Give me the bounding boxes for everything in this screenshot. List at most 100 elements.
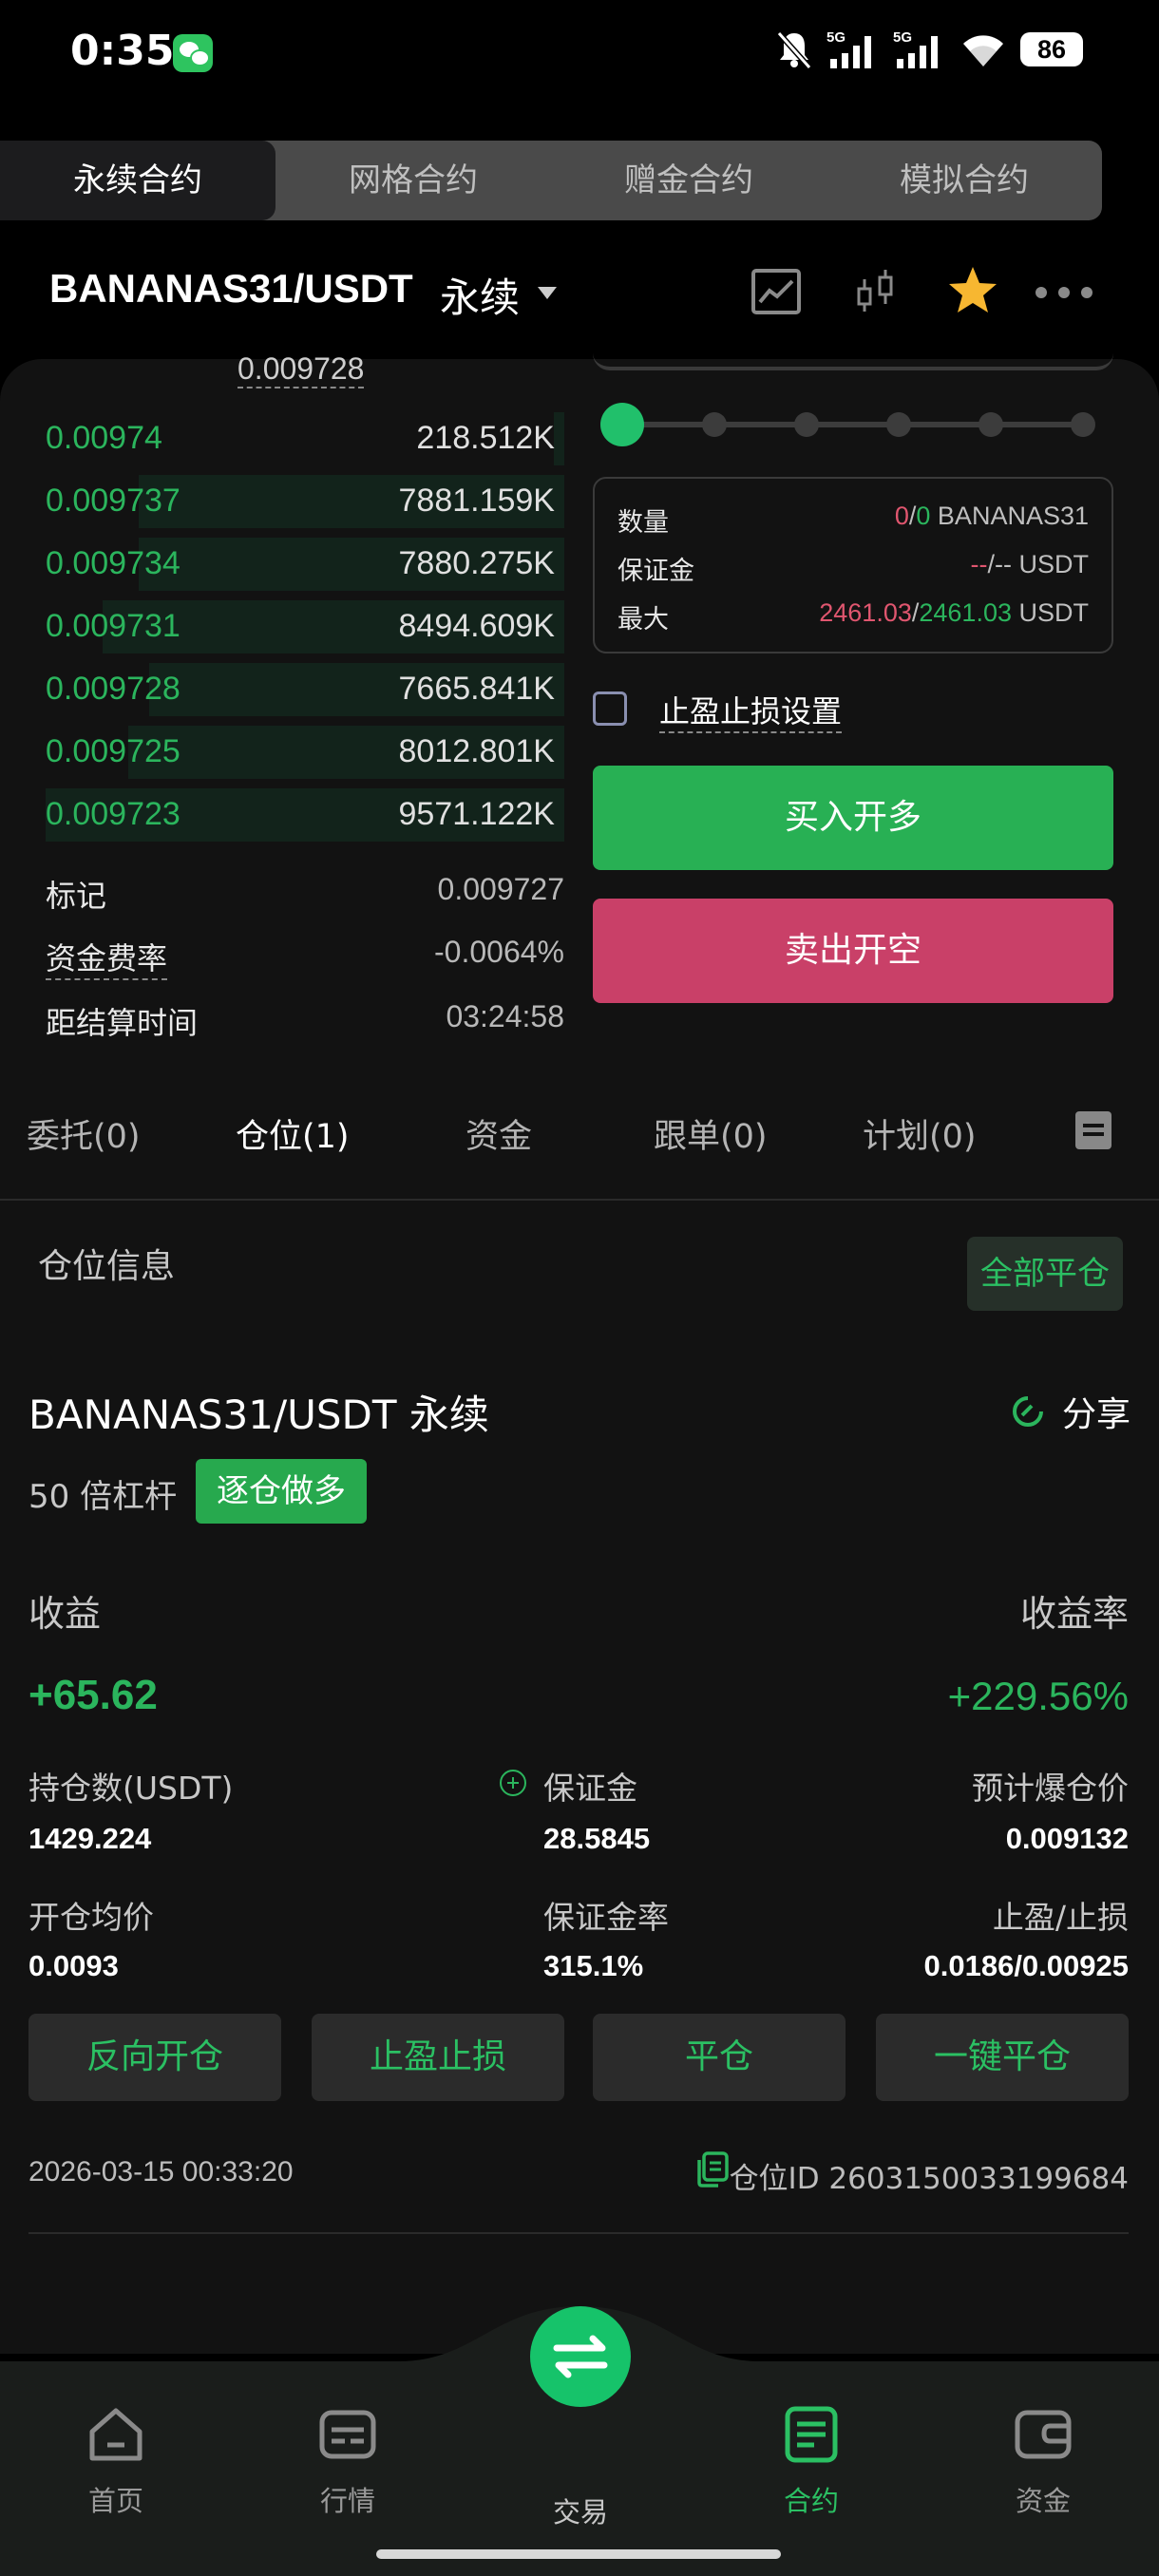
nav-trade-label: 交易 — [552, 2496, 608, 2529]
nav-futures-label: 合约 — [783, 2485, 839, 2517]
orderbook-row[interactable]: 0.009731 8494.609K — [46, 597, 564, 655]
candlestick-icon[interactable] — [853, 266, 899, 317]
tab-assets[interactable]: 资金 — [466, 1109, 532, 1158]
funding-rate-label[interactable]: 资金费率 — [46, 935, 168, 980]
margin-ratio-label: 保证金率 — [543, 1899, 669, 1936]
reverse-position-button[interactable]: 反向开仓 — [28, 2014, 281, 2101]
tab-orders[interactable]: 委托(0) — [27, 1109, 141, 1158]
tabs-divider — [0, 1199, 1159, 1201]
nav-home-label: 首页 — [87, 2485, 143, 2517]
share-icon[interactable] — [1009, 1392, 1047, 1430]
slider-step-60[interactable] — [886, 412, 911, 437]
size-label: 持仓数(USDT) — [28, 1770, 234, 1807]
orderbook-price: 0.009737 — [46, 483, 180, 519]
tpsl-button[interactable]: 止盈止损 — [312, 2014, 564, 2101]
tab-plans[interactable]: 计划(0) — [863, 1109, 977, 1158]
status-time: 0:35 — [70, 27, 175, 75]
orderbook-price: 0.00974 — [46, 420, 162, 456]
nav-assets[interactable]: 资金 — [967, 2403, 1119, 2519]
tab-positions[interactable]: 仓位(1) — [236, 1109, 350, 1158]
wifi-icon — [963, 35, 1003, 66]
wallet-icon — [1015, 2410, 1072, 2459]
contract-type-label[interactable]: 永续 — [440, 266, 520, 324]
nav-market-label: 行情 — [319, 2485, 375, 2517]
position-divider — [28, 2232, 1129, 2234]
mark-price-label: 标记 — [46, 878, 107, 914]
tab-demo[interactable]: 模拟合约 — [826, 141, 1102, 220]
slider-step-40[interactable] — [794, 412, 819, 437]
slider-step-80[interactable] — [978, 412, 1003, 437]
sell-short-button[interactable]: 卖出开空 — [593, 899, 1113, 1003]
tpsl-settings-label[interactable]: 止盈止损设置 — [659, 688, 843, 733]
orderbook-qty: 7665.841K — [398, 671, 556, 707]
one-click-close-button[interactable]: 一键平仓 — [876, 2014, 1129, 2101]
margin-value: --/-- USDT — [970, 550, 1090, 578]
pnl-label: 收益 — [28, 1593, 102, 1635]
orderbook-row[interactable]: 0.00974 218.512K — [46, 408, 564, 467]
liq-price-label: 预计爆仓价 — [972, 1770, 1129, 1807]
share-button[interactable]: 分享 — [1062, 1387, 1130, 1436]
wechat-icon — [173, 34, 213, 72]
add-margin-icon[interactable] — [500, 1770, 526, 1796]
market-icon — [319, 2410, 376, 2459]
orderbook-qty: 8012.801K — [398, 733, 556, 769]
margin-label-pos: 保证金 — [543, 1770, 637, 1807]
orderbook-row[interactable]: 0.009723 9571.122K — [46, 785, 564, 843]
chart-icon[interactable] — [750, 266, 802, 317]
orderbook-row[interactable]: 0.009725 8012.801K — [46, 722, 564, 781]
entry-price-label: 开仓均价 — [28, 1899, 154, 1936]
slider-step-100[interactable] — [1071, 412, 1095, 437]
pair-selector[interactable]: BANANAS31/USDT — [49, 266, 413, 312]
reference-price[interactable]: 0.009728 — [238, 351, 365, 388]
size-value: 1429.224 — [28, 1822, 152, 1855]
margin-value-pos: 28.5845 — [543, 1822, 651, 1855]
orderbook-qty: 218.512K — [416, 420, 555, 456]
home-indicator[interactable] — [376, 2549, 781, 2559]
orderbook-row[interactable]: 0.009734 7880.275K — [46, 534, 564, 593]
nav-trade-button[interactable] — [530, 2306, 631, 2407]
orderbook-qty: 7880.275K — [398, 545, 556, 581]
status-bar: 0:35 5G 5G 86 — [0, 0, 1159, 104]
swap-icon — [553, 2335, 608, 2378]
orderbook-price: 0.009728 — [46, 671, 180, 707]
leverage-label: 50 倍杠杆 — [28, 1478, 178, 1516]
more-icon[interactable] — [1034, 285, 1094, 300]
tab-perpetual[interactable]: 永续合约 — [0, 141, 276, 220]
depth-bar — [554, 412, 564, 465]
close-all-button[interactable]: 全部平仓 — [967, 1237, 1123, 1311]
orderbook-row[interactable]: 0.009737 7881.159K — [46, 471, 564, 530]
settlement-countdown: 03:24:58 — [446, 999, 564, 1033]
nav-market[interactable]: 行情 — [272, 2403, 424, 2519]
nav-home[interactable]: 首页 — [40, 2403, 192, 2519]
margin-mode-badge: 逐仓做多 — [196, 1459, 367, 1524]
orderbook-price: 0.009731 — [46, 608, 180, 644]
tpsl-value-pos: 0.0186/0.00925 — [923, 1949, 1130, 1982]
orderbook-qty: 8494.609K — [398, 608, 556, 644]
amount-slider[interactable] — [621, 422, 1085, 427]
copy-icon[interactable] — [695, 2150, 730, 2188]
settlement-label: 距结算时间 — [46, 1005, 199, 1041]
slider-handle[interactable] — [600, 403, 644, 446]
orderbook-price: 0.009725 — [46, 733, 180, 769]
close-position-button[interactable]: 平仓 — [593, 2014, 846, 2101]
orderbook-price: 0.009723 — [46, 796, 180, 832]
orderbook-qty: 7881.159K — [398, 483, 556, 519]
star-icon[interactable] — [946, 264, 999, 317]
tab-bonus[interactable]: 赠金合约 — [551, 141, 826, 220]
margin-label: 保证金 — [618, 557, 694, 586]
order-history-icon[interactable] — [1075, 1111, 1112, 1149]
buy-long-button[interactable]: 买入开多 — [593, 766, 1113, 870]
contract-type-tabs: 永续合约 网格合约 赠金合约 模拟合约 — [0, 141, 1102, 220]
max-label: 最大 — [618, 605, 669, 635]
orderbook-row[interactable]: 0.009728 7665.841K — [46, 659, 564, 718]
tpsl-checkbox[interactable] — [593, 691, 627, 726]
tab-copy-trade[interactable]: 跟单(0) — [654, 1109, 768, 1158]
slider-step-20[interactable] — [702, 412, 727, 437]
qty-value: 0/0 BANANAS31 — [894, 502, 1089, 530]
amount-input-edge[interactable] — [593, 353, 1113, 370]
nav-futures[interactable]: 合约 — [735, 2403, 887, 2519]
max-value: 2461.03/2461.03 USDT — [819, 598, 1089, 627]
tab-grid[interactable]: 网格合约 — [276, 141, 551, 220]
pnl-value: +65.62 — [28, 1672, 158, 1718]
chevron-down-icon[interactable] — [538, 287, 557, 299]
